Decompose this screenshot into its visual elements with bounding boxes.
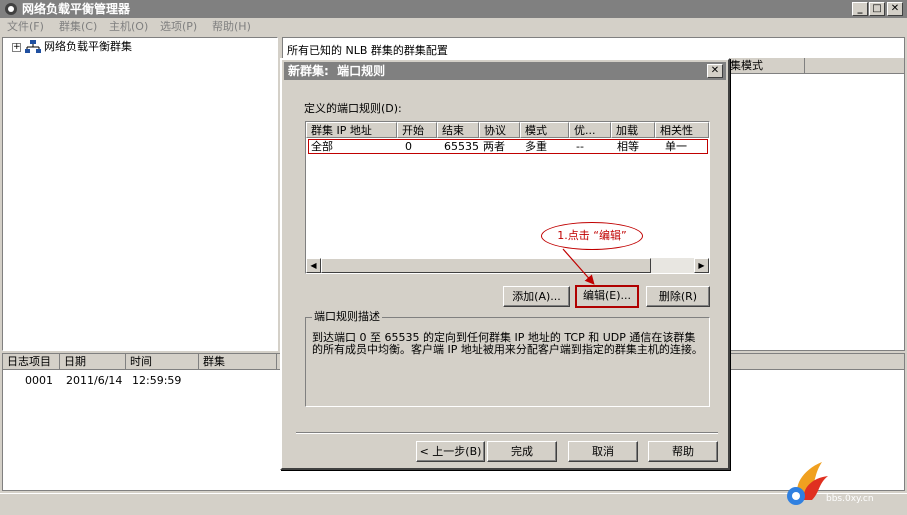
column-affinity[interactable]: 相关性: [655, 122, 709, 138]
finish-button[interactable]: 完成: [487, 441, 557, 462]
dialog-close-button[interactable]: ✕: [707, 64, 723, 78]
back-button[interactable]: < 上一步(B): [416, 441, 485, 462]
scroll-thumb[interactable]: [321, 258, 651, 273]
cluster-tree[interactable]: + 网络负载平衡群集: [2, 37, 278, 351]
separator: [296, 432, 718, 434]
dialog-title-bar: 新群集: 端口规则 ✕: [284, 62, 726, 80]
port-rule-row[interactable]: 全部 0 65535 两者 多重 -- 相等 单一: [308, 139, 708, 154]
watermark-logo-icon: [787, 462, 828, 505]
maximize-button[interactable]: □: [869, 2, 885, 16]
annotation-text: 1.点击 “编辑”: [557, 229, 627, 242]
cancel-button[interactable]: 取消: [568, 441, 638, 462]
scroll-left-icon[interactable]: ◀: [306, 258, 321, 273]
rule-protocol: 两者: [483, 140, 505, 153]
rule-end: 65535: [444, 140, 479, 153]
column-cluster-ip[interactable]: 群集 IP 地址: [306, 122, 397, 138]
horizontal-scrollbar[interactable]: ◀ ▶: [306, 258, 709, 273]
cluster-config-header: 所有已知的 NLB 群集的群集配置: [287, 44, 448, 57]
scroll-right-icon[interactable]: ▶: [694, 258, 709, 273]
remove-button[interactable]: 删除(R): [646, 286, 710, 307]
rule-description-title: 端口规则描述: [312, 310, 382, 324]
column-empty[interactable]: [805, 58, 904, 73]
rule-description-group: 端口规则描述 到达端口 0 至 65535 的定向到任何群集 IP 地址的 TC…: [305, 310, 710, 407]
rule-priority: --: [576, 140, 584, 153]
column-cluster-mode[interactable]: 集模式: [727, 58, 805, 73]
expand-icon[interactable]: +: [12, 43, 21, 52]
log-date-value: 2011/6/14: [66, 374, 123, 387]
watermark-text: bbs.0xy.cn: [826, 494, 874, 504]
edit-button[interactable]: 编辑(E)...: [575, 285, 639, 308]
menu-host[interactable]: 主机(O): [109, 20, 148, 34]
menu-options[interactable]: 选项(P): [160, 20, 197, 34]
column-protocol[interactable]: 协议: [479, 122, 520, 138]
rule-ip: 全部: [311, 140, 333, 153]
title-bar: 网络负载平衡管理器 _ □ ✕: [0, 0, 907, 18]
cluster-icon: [25, 40, 41, 53]
rule-affinity: 单一: [665, 140, 687, 153]
column-cluster[interactable]: 群集: [199, 354, 277, 369]
menu-help[interactable]: 帮助(H): [212, 20, 251, 34]
help-button[interactable]: 帮助: [648, 441, 718, 462]
rule-load: 相等: [617, 140, 639, 153]
log-item-value: 0001: [25, 374, 53, 387]
log-time-value: 12:59:59: [132, 374, 182, 387]
status-bar: [0, 493, 907, 515]
rule-description-text: 到达端口 0 至 65535 的定向到任何群集 IP 地址的 TCP 和 UDP…: [312, 331, 703, 356]
dialog-title: 新群集: 端口规则: [288, 64, 386, 78]
window-title: 网络负载平衡管理器: [22, 2, 131, 16]
port-rules-dialog: 新群集: 端口规则 ✕ 定义的端口规则(D): 群集 IP 地址 开始 结束 协…: [280, 58, 730, 470]
menu-bar: 文件(F) 群集(C) 主机(O) 选项(P) 帮助(H): [0, 18, 907, 36]
port-rules-label: 定义的端口规则(D):: [304, 102, 402, 115]
column-date[interactable]: 日期: [60, 354, 126, 369]
app-icon: [5, 3, 17, 15]
menu-file[interactable]: 文件(F): [7, 20, 44, 34]
column-priority[interactable]: 优...: [569, 122, 611, 138]
annotation-callout: 1.点击 “编辑”: [541, 222, 643, 250]
column-load[interactable]: 加载: [611, 122, 655, 138]
minimize-button[interactable]: _: [852, 2, 868, 16]
column-start[interactable]: 开始: [397, 122, 437, 138]
column-mode[interactable]: 模式: [520, 122, 569, 138]
column-time[interactable]: 时间: [126, 354, 199, 369]
column-log-item[interactable]: 日志项目: [3, 354, 60, 369]
add-button[interactable]: 添加(A)...: [503, 286, 570, 307]
close-button[interactable]: ✕: [887, 2, 903, 16]
column-end[interactable]: 结束: [437, 122, 479, 138]
port-rules-header: 群集 IP 地址 开始 结束 协议 模式 优... 加载 相关性: [306, 122, 709, 138]
rule-mode: 多重: [525, 140, 547, 153]
port-rules-list[interactable]: 群集 IP 地址 开始 结束 协议 模式 优... 加载 相关性 全部 0 65…: [305, 121, 710, 274]
menu-cluster[interactable]: 群集(C): [59, 20, 97, 34]
rule-start: 0: [405, 140, 412, 153]
tree-root-label[interactable]: 网络负载平衡群集: [44, 40, 132, 54]
